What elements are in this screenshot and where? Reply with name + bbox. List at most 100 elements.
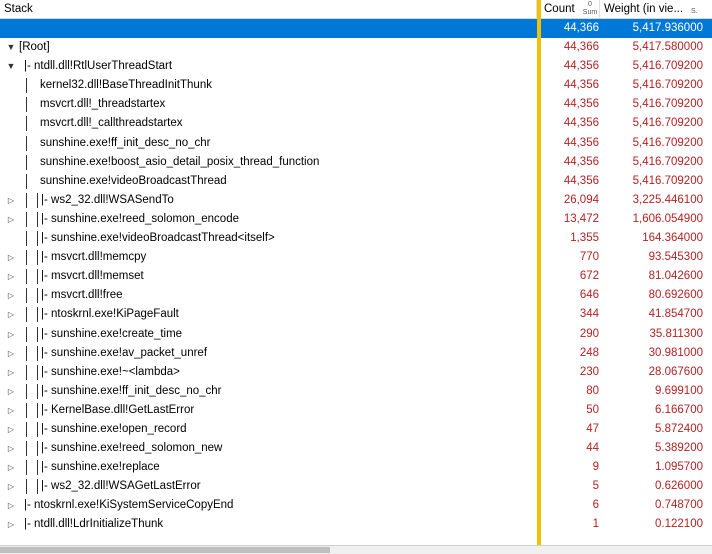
count-cell: 9 [592, 461, 599, 474]
weight-cell: 5.389200 [655, 442, 703, 455]
table-row[interactable]: msvcrt.dll!_threadstartex 44,356 5,416.709… [0, 95, 712, 114]
table-row[interactable]: ▷ |- sunshine.exe!ff_init_desc_no_chr 80 9.… [0, 382, 712, 401]
table-row[interactable]: ▷ |- sunshine.exe!replace 9 1.095700 [0, 458, 712, 477]
stack-frame-label: |- KernelBase.dll!GetLastError [41, 403, 195, 416]
table-row[interactable]: sunshine.exe!videoBroadcastThread 44,356 5… [0, 172, 712, 191]
triangle-right-icon[interactable]: ▷ [6, 382, 16, 401]
triangle-right-icon[interactable]: ▷ [6, 210, 16, 229]
tree-guide-line [37, 460, 38, 476]
tree-guide-line [26, 288, 27, 304]
triangle-right-icon[interactable]: ▷ [6, 401, 16, 420]
table-row[interactable]: ▼ |- ntdll.dll!RtlUserThreadStart 44,356 5,… [0, 57, 712, 76]
triangle-down-icon[interactable]: ▼ [6, 38, 16, 57]
tree-guide-line [37, 231, 38, 247]
stack-cell: ▷ |- sunshine.exe!replace [0, 458, 537, 477]
table-row[interactable]: ▷ |- KernelBase.dll!GetLastError 50 6.16670… [0, 401, 712, 420]
stack-cell: ▷ |- msvcrt.dll!memcpy [0, 248, 537, 267]
weight-cell: 6.166700 [655, 403, 703, 416]
table-row[interactable]: ▷ |- sunshine.exe!open_record 47 5.872400 [0, 420, 712, 439]
tree-guide-line [37, 441, 38, 457]
count-aggregate-label: 0 Sum [582, 1, 598, 17]
triangle-right-icon[interactable]: ▷ [6, 267, 16, 286]
count-cell: 290 [579, 327, 599, 340]
triangle-right-icon[interactable]: ▷ [6, 458, 16, 477]
tree-guide-line [26, 364, 27, 380]
column-header-stack[interactable]: Stack [0, 0, 537, 19]
table-row[interactable]: ▷ |- msvcrt.dll!memcpy 770 93.545300 [0, 248, 712, 267]
count-sum-label: Sum [582, 9, 598, 16]
table-row[interactable]: ▼ [Root] 44,366 5,417.580000 [0, 38, 712, 57]
table-row[interactable]: msvcrt.dll!_callthreadstartex 44,356 5,416… [0, 114, 712, 133]
count-cell: 44,356 [563, 98, 599, 111]
tree-guide-line [26, 402, 27, 418]
stack-cell: sunshine.exe!videoBroadcastThread [0, 172, 537, 191]
stack-cell: ▷ |- sunshine.exe!ff_init_desc_no_chr [0, 382, 537, 401]
weight-cell: 9.699100 [655, 384, 703, 397]
triangle-right-icon[interactable]: ▷ [6, 286, 16, 305]
table-row-selected[interactable]: 44,366 5,417.936000 [0, 19, 712, 39]
table-row[interactable]: ▷ |- msvcrt.dll!free 646 80.692600 [0, 286, 712, 305]
triangle-down-icon[interactable]: ▼ [6, 57, 16, 76]
tree-guide-line [37, 269, 38, 285]
weight-cell: 81.042600 [648, 270, 703, 283]
tree-guide-line [26, 460, 27, 476]
stack-frame-label: sunshine.exe!ff_init_desc_no_chr [40, 136, 211, 149]
weight-cell: 5,416.709200 [632, 155, 703, 168]
table-row[interactable]: ▷ |- ws2_32.dll!WSAGetLastError 5 0.626000 [0, 477, 712, 496]
triangle-right-icon[interactable]: ▷ [6, 439, 16, 458]
stack-frame-label: |- sunshine.exe!open_record [41, 422, 187, 435]
count-cell: 13,472 [563, 212, 599, 225]
triangle-right-icon[interactable]: ▷ [6, 477, 16, 496]
count-cell: 44,356 [563, 155, 599, 168]
table-row[interactable]: ▷ |- sunshine.exe!~<lambda> 230 28.067600 [0, 363, 712, 382]
sort-column-highlight [537, 0, 541, 553]
tree-guide-line [26, 192, 27, 208]
stack-frame-label: |- sunshine.exe!reed_solomon_encode [41, 212, 239, 225]
count-cell: 344 [579, 308, 599, 321]
table-row[interactable]: ▷ |- sunshine.exe!reed_solomon_encode 13,4… [0, 210, 712, 229]
table-row[interactable]: ▷ |- ntoskrnl.exe!KiSystemServiceCopyEnd 6… [0, 496, 712, 515]
stack-frame-label: msvcrt.dll!_threadstartex [40, 98, 166, 111]
stack-cell: msvcrt.dll!_threadstartex [0, 95, 537, 114]
stack-cell: ▷ |- msvcrt.dll!free [0, 286, 537, 305]
tree-guide-line [37, 364, 38, 380]
triangle-right-icon[interactable]: ▷ [6, 420, 16, 439]
table-row[interactable]: sunshine.exe!ff_init_desc_no_chr 44,356 5,… [0, 134, 712, 153]
triangle-right-icon[interactable]: ▷ [6, 305, 16, 324]
table-row[interactable]: ▷ |- ntdll.dll!LdrInitializeThunk 1 0.12210… [0, 515, 712, 534]
weight-cell: 5,416.709200 [632, 136, 703, 149]
table-row[interactable]: kernel32.dll!BaseThreadInitThunk 44,356 5,… [0, 76, 712, 95]
stack-cell: ▷ |- ws2_32.dll!WSAGetLastError [0, 477, 537, 496]
triangle-right-icon[interactable]: ▷ [6, 496, 16, 515]
weight-cell: 28.067600 [648, 365, 703, 378]
stack-cell: ▷ |- ws2_32.dll!WSASendTo [0, 191, 537, 210]
table-row[interactable]: sunshine.exe!boost_asio_detail_posix_thr… [0, 153, 712, 172]
triangle-right-icon[interactable]: ▷ [6, 515, 16, 534]
stack-frame-label: kernel32.dll!BaseThreadInitThunk [40, 79, 212, 92]
table-row[interactable]: ▷ |- sunshine.exe!av_packet_unref 248 30.98… [0, 344, 712, 363]
horizontal-scrollbar-thumb[interactable] [0, 547, 330, 553]
tree-guide-line [37, 250, 38, 266]
tree-guide-line [26, 345, 27, 361]
count-cell: 1,355 [570, 232, 599, 245]
stack-frame-label: |- ws2_32.dll!WSASendTo [41, 193, 174, 206]
count-cell: 6 [592, 499, 599, 512]
triangle-right-icon[interactable]: ▷ [6, 363, 16, 382]
table-row[interactable]: ▷ |- sunshine.exe!create_time 290 35.811300 [0, 325, 712, 344]
weight-cell: 5,416.709200 [632, 79, 703, 92]
triangle-right-icon[interactable]: ▷ [6, 248, 16, 267]
tree-guide-line [37, 307, 38, 323]
table-row[interactable]: ▷ |- sunshine.exe!reed_solomon_new 44 5.389… [0, 439, 712, 458]
table-row[interactable]: ▷ |- ntoskrnl.exe!KiPageFault 344 41.854700 [0, 305, 712, 324]
table-row[interactable]: ▷ |- msvcrt.dll!memset 672 81.042600 [0, 267, 712, 286]
weight-cell: 1.095700 [655, 461, 703, 474]
weight-cell: 164.364000 [642, 232, 703, 245]
table-row[interactable]: ▷ |- ws2_32.dll!WSASendTo 26,094 3,225.4461… [0, 191, 712, 210]
tree-guide-line [37, 288, 38, 304]
triangle-right-icon[interactable]: ▷ [6, 191, 16, 210]
table-row[interactable]: |- sunshine.exe!videoBroadcastThread<its… [0, 229, 712, 248]
weight-cell: 3,225.446100 [632, 193, 703, 206]
triangle-right-icon[interactable]: ▷ [6, 344, 16, 363]
tree-guide-line [26, 211, 27, 227]
triangle-right-icon[interactable]: ▷ [6, 325, 16, 344]
